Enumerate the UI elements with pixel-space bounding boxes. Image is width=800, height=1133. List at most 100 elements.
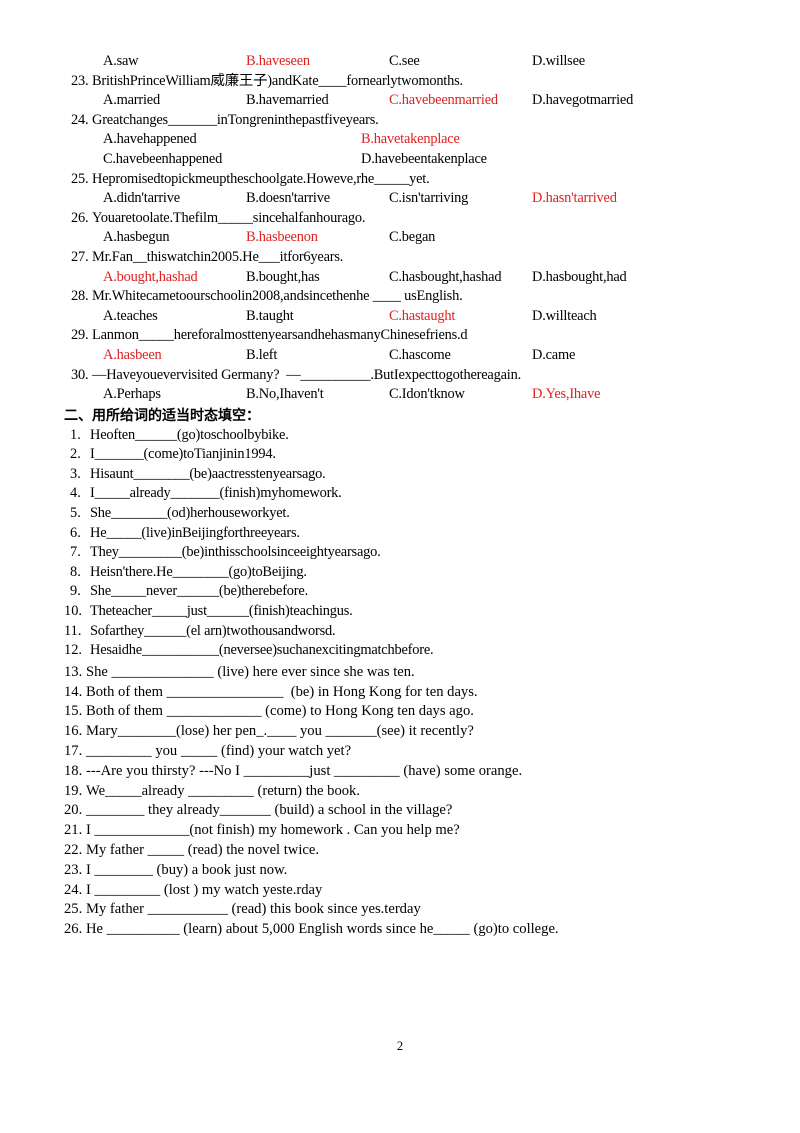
item-text: Heisn'there.He________(go)toBeijing.: [90, 563, 307, 580]
option-b: B.hasbeenon: [246, 229, 318, 246]
option-b: B.haveseen: [246, 53, 310, 69]
section-two-heading: 二、用所给词的适当时态填空：: [64, 407, 260, 424]
item-number: 11.: [64, 622, 82, 639]
list-item: 15. Both of them _____________ (come) to …: [60, 702, 740, 722]
document-page: A.saw B.haveseen C.see D.willsee 23. Bri…: [0, 0, 800, 1133]
item-text: She________(od)herhouseworkyet.: [90, 505, 290, 522]
list-item: 21. I _____________(not finish) my homewo…: [60, 821, 740, 841]
item-text: Mary________(lose) her pen_.____ you ___…: [86, 723, 474, 740]
question-25: 25. Hepromisedtopickmeuptheschoolgate.Ho…: [60, 170, 740, 209]
option-b: B.doesn'tarrive: [246, 190, 330, 207]
item-text: They_________(be)inthisschoolsinceeighty…: [90, 544, 381, 561]
list-item: 8. Heisn'there.He________(go)toBeijing.: [60, 563, 740, 583]
list-item: 25. My father ___________ (read) this boo…: [60, 900, 740, 920]
item-text: My father _____ (read) the novel twice.: [86, 841, 320, 858]
item-number: 20.: [64, 802, 83, 819]
option-c: C.havebeenhappened: [103, 150, 223, 167]
page-number: 2: [396, 1039, 404, 1053]
list-item: 3. Hisaunt________(be)aactresstenyearsago…: [60, 465, 740, 485]
question-stem: 29. Lanmon_____hereforalmosttenyearsandh…: [60, 326, 740, 346]
option-a: A.married: [103, 92, 160, 109]
item-text: He __________ (learn) about 5,000 Englis…: [86, 921, 559, 938]
option-c: C.isn'tarriving: [389, 190, 469, 207]
question-30: 30. —Haveyouevervisited Germany? —______…: [60, 366, 740, 405]
question-stem: 25. Hepromisedtopickmeuptheschoolgate.Ho…: [60, 170, 740, 190]
question-text: Mr.Whitecametoourschoolin2008,andsinceth…: [92, 288, 463, 305]
list-item: 4. I_____already_______(finish)myhomework…: [60, 484, 740, 504]
option-a: A.didn'tarrive: [103, 190, 180, 207]
question-stem: 27. Mr.Fan__thiswatchin2005.He___itfor6y…: [60, 248, 740, 268]
option-row: A.hasbeen B.left C.hascome D.came: [60, 346, 740, 366]
question-26: 26. Youaretoolate.Thefilm_____sincehalfa…: [60, 209, 740, 248]
item-number: 7.: [70, 544, 81, 561]
item-text: My father ___________ (read) this book s…: [86, 901, 421, 918]
item-number: 8.: [70, 563, 81, 580]
question-number: 26.: [71, 209, 89, 226]
option-row: A.bought,hashad B.bought,has C.hasbought…: [60, 268, 740, 288]
list-item: 7. They_________(be)inthisschoolsinceeigh…: [60, 543, 740, 563]
option-c: C.Idon'tknow: [389, 386, 465, 403]
item-number: 24.: [64, 881, 83, 898]
item-text: Both of them _____________ (come) to Hon…: [86, 703, 474, 720]
option-row: A.hasbegun B.hasbeenon C.began: [60, 228, 740, 248]
item-number: 26.: [64, 921, 83, 938]
question-text: Youaretoolate.Thefilm_____sincehalfanhou…: [92, 209, 366, 226]
question-text: Lanmon_____hereforalmosttenyearsandhehas…: [92, 327, 468, 344]
question-number: 23.: [71, 72, 89, 89]
question-number: 30.: [71, 366, 89, 383]
option-d: D.Yes,Ihave: [532, 386, 601, 403]
option-b: B.havetakenplace: [361, 131, 460, 148]
option-d: D.hasbought,had: [532, 268, 627, 285]
item-text: Hesaidhe___________(neversee)suchanexcit…: [90, 642, 434, 659]
option-a: A.Perhaps: [103, 386, 161, 403]
item-text: Heoften______(go)toschoolbybike.: [90, 426, 289, 443]
item-number: 6.: [70, 524, 81, 541]
question-stem: 26. Youaretoolate.Thefilm_____sincehalfa…: [60, 209, 740, 229]
item-text: She_____never______(be)therebefore.: [90, 583, 308, 600]
item-text: Theteacher_____just______(finish)teachin…: [90, 603, 353, 620]
list-item: 22. My father _____ (read) the novel twic…: [60, 841, 740, 861]
option-c: C.hastaught: [389, 307, 456, 324]
option-d: D.willteach: [532, 307, 597, 324]
question-stem: 30. —Haveyouevervisited Germany? —______…: [60, 366, 740, 386]
item-text: ________ they already_______ (build) a s…: [86, 802, 453, 819]
item-number: 15.: [64, 703, 83, 720]
item-text: I ________ (buy) a book just now.: [86, 861, 288, 878]
question-number: 25.: [71, 170, 89, 187]
list-item: 19. We_____already _________ (return) the…: [60, 782, 740, 802]
list-item: 20. ________ they already_______ (build) …: [60, 801, 740, 821]
question-text: Greatchanges_______inTongreninthepastfiv…: [92, 111, 379, 128]
question-number: 27.: [71, 248, 89, 265]
question-text: Hepromisedtopickmeuptheschoolgate.Howeve…: [92, 170, 430, 187]
item-text: Both of them ________________ (be) in Ho…: [86, 683, 478, 700]
list-item: 5. She________(od)herhouseworkyet.: [60, 504, 740, 524]
item-number: 4.: [70, 485, 81, 502]
question-number: 24.: [71, 111, 89, 128]
question-27: 27. Mr.Fan__thiswatchin2005.He___itfor6y…: [60, 248, 740, 287]
item-number: 3.: [70, 465, 81, 482]
list-item: 23. I ________ (buy) a book just now.: [60, 861, 740, 881]
item-number: 16.: [64, 723, 83, 740]
item-number: 14.: [64, 683, 83, 700]
item-number: 22.: [64, 841, 83, 858]
item-text: ---Are you thirsty? ---No I _________jus…: [86, 762, 523, 779]
fill-in-list-loose: 13. She ______________ (live) here ever s…: [60, 663, 740, 940]
item-number: 25.: [64, 901, 83, 918]
item-text: I_______(come)toTianjinin1994.: [90, 446, 276, 463]
item-number: 17.: [64, 743, 83, 759]
item-text: We_____already _________ (return) the bo…: [86, 782, 361, 799]
list-item: 16. Mary________(lose) her pen_.____ you …: [60, 722, 740, 742]
option-d: D.hasn'tarrived: [532, 190, 617, 207]
option-b: B.havemarried: [246, 92, 329, 109]
question-stem: 28. Mr.Whitecametoourschoolin2008,andsin…: [60, 287, 740, 307]
option-d: D.came: [532, 346, 576, 363]
item-text: Hisaunt________(be)aactresstenyearsago.: [90, 465, 326, 482]
option-c: C.hasbought,hashad: [389, 268, 502, 285]
item-number: 9.: [70, 583, 81, 600]
item-text: _________ you _____ (find) your watch ye…: [86, 743, 352, 759]
option-b: B.taught: [246, 307, 294, 324]
question-stem: 24. Greatchanges_______inTongreninthepas…: [60, 111, 740, 131]
option-c: C.began: [389, 229, 436, 246]
item-text: He_____(live)inBeijingforthreeyears.: [90, 524, 300, 541]
option-c: C.hascome: [389, 346, 451, 363]
